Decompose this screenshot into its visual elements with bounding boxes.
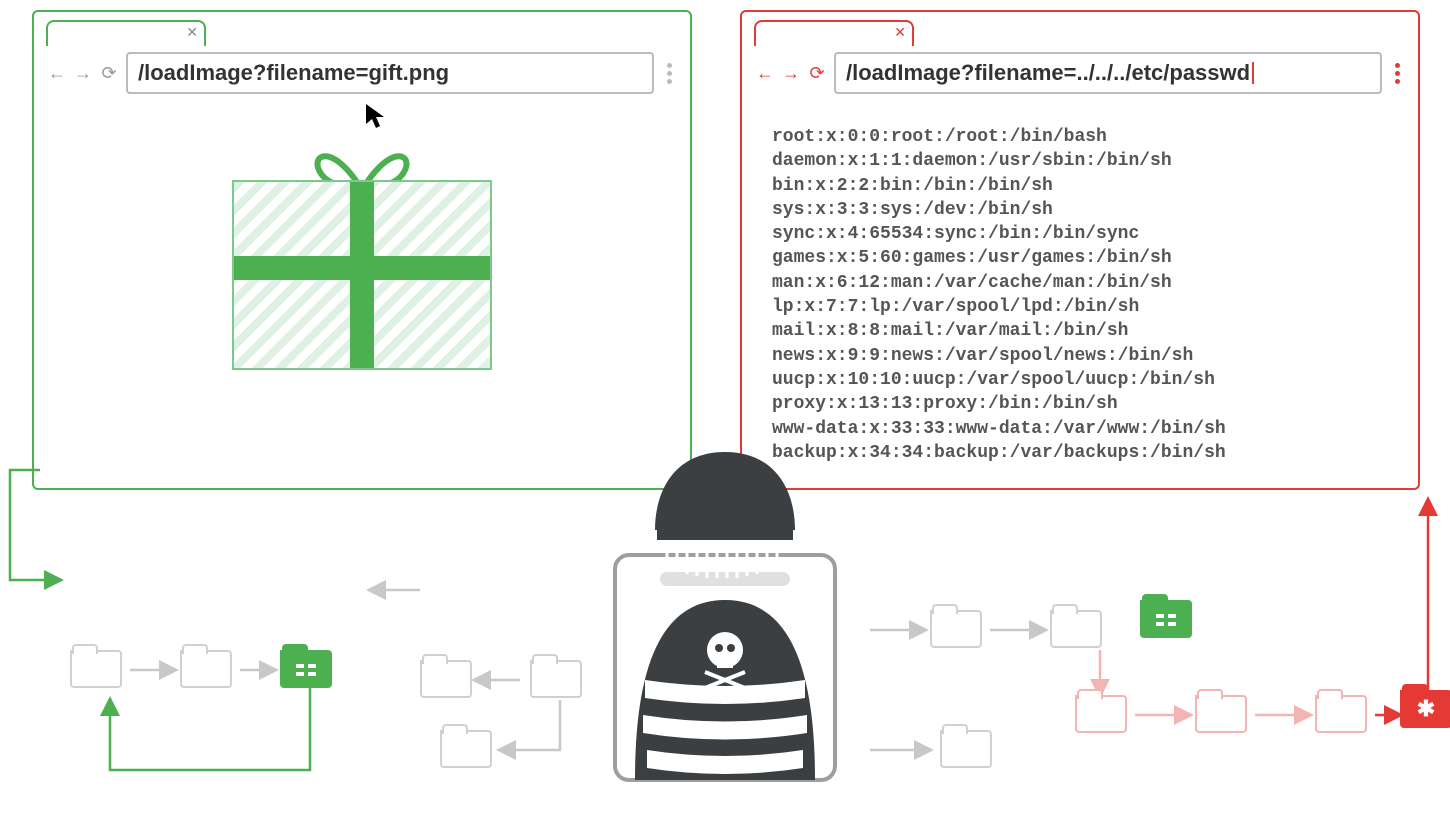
folder-icon [1050,610,1102,648]
cursor-icon [364,102,386,137]
folder-icon [940,730,992,768]
folder-icon [530,660,582,698]
forward-icon[interactable]: → [74,63,92,84]
gift-icon [1142,602,1190,636]
menu-icon[interactable] [1390,63,1404,84]
browser-attack: ✕ ← → ⟳ /loadImage?filename=../../../etc… [740,10,1420,490]
folder-traversal-icon [1195,695,1247,733]
folder-icon [70,650,122,688]
url-text: /loadImage?filename=gift.png [138,60,449,86]
back-icon[interactable]: ← [48,63,66,84]
folder-icon [930,610,982,648]
reload-icon[interactable]: ⟳ [100,63,118,84]
reload-icon[interactable]: ⟳ [808,63,826,84]
close-icon[interactable]: ✕ [894,24,906,41]
address-bar[interactable]: /loadImage?filename=../../../etc/passwd [834,52,1382,94]
target-file-icon [1140,600,1192,638]
folder-traversal-icon [1075,695,1127,733]
page-content [34,105,690,445]
asterisk-icon: ✱ [1402,692,1450,726]
tab-strip: ✕ [34,12,690,46]
browser-tab[interactable]: ✕ [46,20,206,46]
folder-icon [440,730,492,768]
forward-icon[interactable]: → [782,63,800,84]
folder-icon [420,660,472,698]
browser-safe: ✕ ← → ⟳ /loadImage?filename=gift.png [32,10,692,490]
toolbar: ← → ⟳ /loadImage?filename=gift.png [34,46,690,105]
target-file-icon [280,650,332,688]
address-bar[interactable]: /loadImage?filename=gift.png [126,52,654,94]
url-text: /loadImage?filename=../../../etc/passwd [846,60,1250,86]
passwd-output: root:x:0:0:root:/root:/bin/bash daemon:x… [742,105,1418,485]
folder-icon [180,650,232,688]
hacker-figure [565,440,885,825]
toolbar: ← → ⟳ /loadImage?filename=../../../etc/p… [742,46,1418,105]
browser-tab[interactable]: ✕ [754,20,914,46]
back-icon[interactable]: ← [756,63,774,84]
folder-traversal-icon [1315,695,1367,733]
tab-strip: ✕ [742,12,1418,46]
gift-icon [282,652,330,686]
gift-image [232,180,492,370]
text-cursor [1252,62,1254,84]
passwd-file-icon: ✱ [1400,690,1450,728]
menu-icon[interactable] [662,63,676,84]
close-icon[interactable]: ✕ [186,24,198,41]
